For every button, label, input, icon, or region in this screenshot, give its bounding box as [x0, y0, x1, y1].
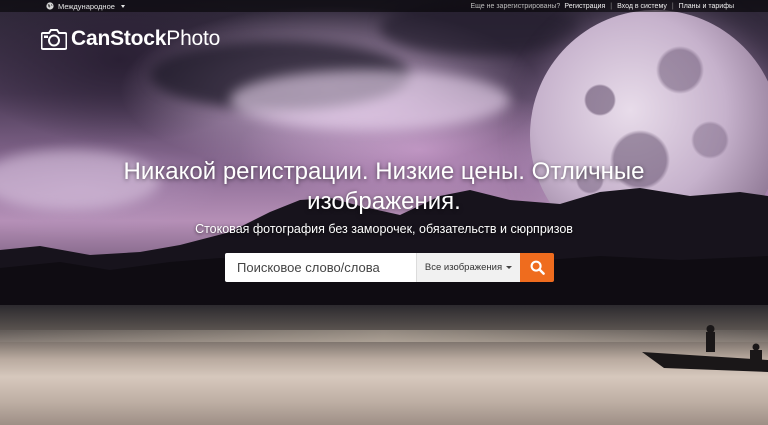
separator: |	[671, 2, 674, 10]
hero-headline: Никакой регистрации. Низкие цены. Отличн…	[123, 158, 645, 215]
hero-subline: Стоковая фотография без заморочек, обяза…	[195, 222, 573, 236]
search-icon	[530, 260, 545, 275]
separator: |	[610, 2, 613, 10]
account-links: Еще не зарегистрированы? Регистрация | В…	[470, 1, 734, 11]
camera-icon	[41, 29, 67, 50]
boat-silhouette	[642, 325, 768, 372]
logo-text: CanStockPhoto	[71, 27, 220, 51]
globe-icon	[46, 2, 54, 10]
top-bar: Международное Еще не зарегистрированы? Р…	[0, 0, 768, 12]
region-selector[interactable]: Международное	[46, 1, 125, 11]
image-type-label: Все изображения	[424, 262, 503, 273]
region-label: Международное	[58, 1, 115, 11]
chevron-down-icon	[120, 4, 125, 8]
chevron-down-icon	[506, 266, 513, 269]
login-link[interactable]: Вход в систему	[617, 3, 667, 10]
site-logo[interactable]: CanStockPhoto	[41, 27, 220, 51]
image-type-select[interactable]: Все изображения	[416, 253, 520, 282]
search-input[interactable]	[225, 253, 416, 282]
search-button[interactable]	[520, 253, 554, 282]
not-registered-text: Еще не зарегистрированы?	[470, 2, 561, 10]
register-link[interactable]: Регистрация	[564, 3, 605, 10]
logo-text-bold: CanStock	[71, 27, 167, 50]
search-bar: Все изображения	[225, 253, 554, 282]
plans-link[interactable]: Планы и тарифы	[679, 3, 734, 10]
logo-text-light: Photo	[166, 27, 221, 50]
